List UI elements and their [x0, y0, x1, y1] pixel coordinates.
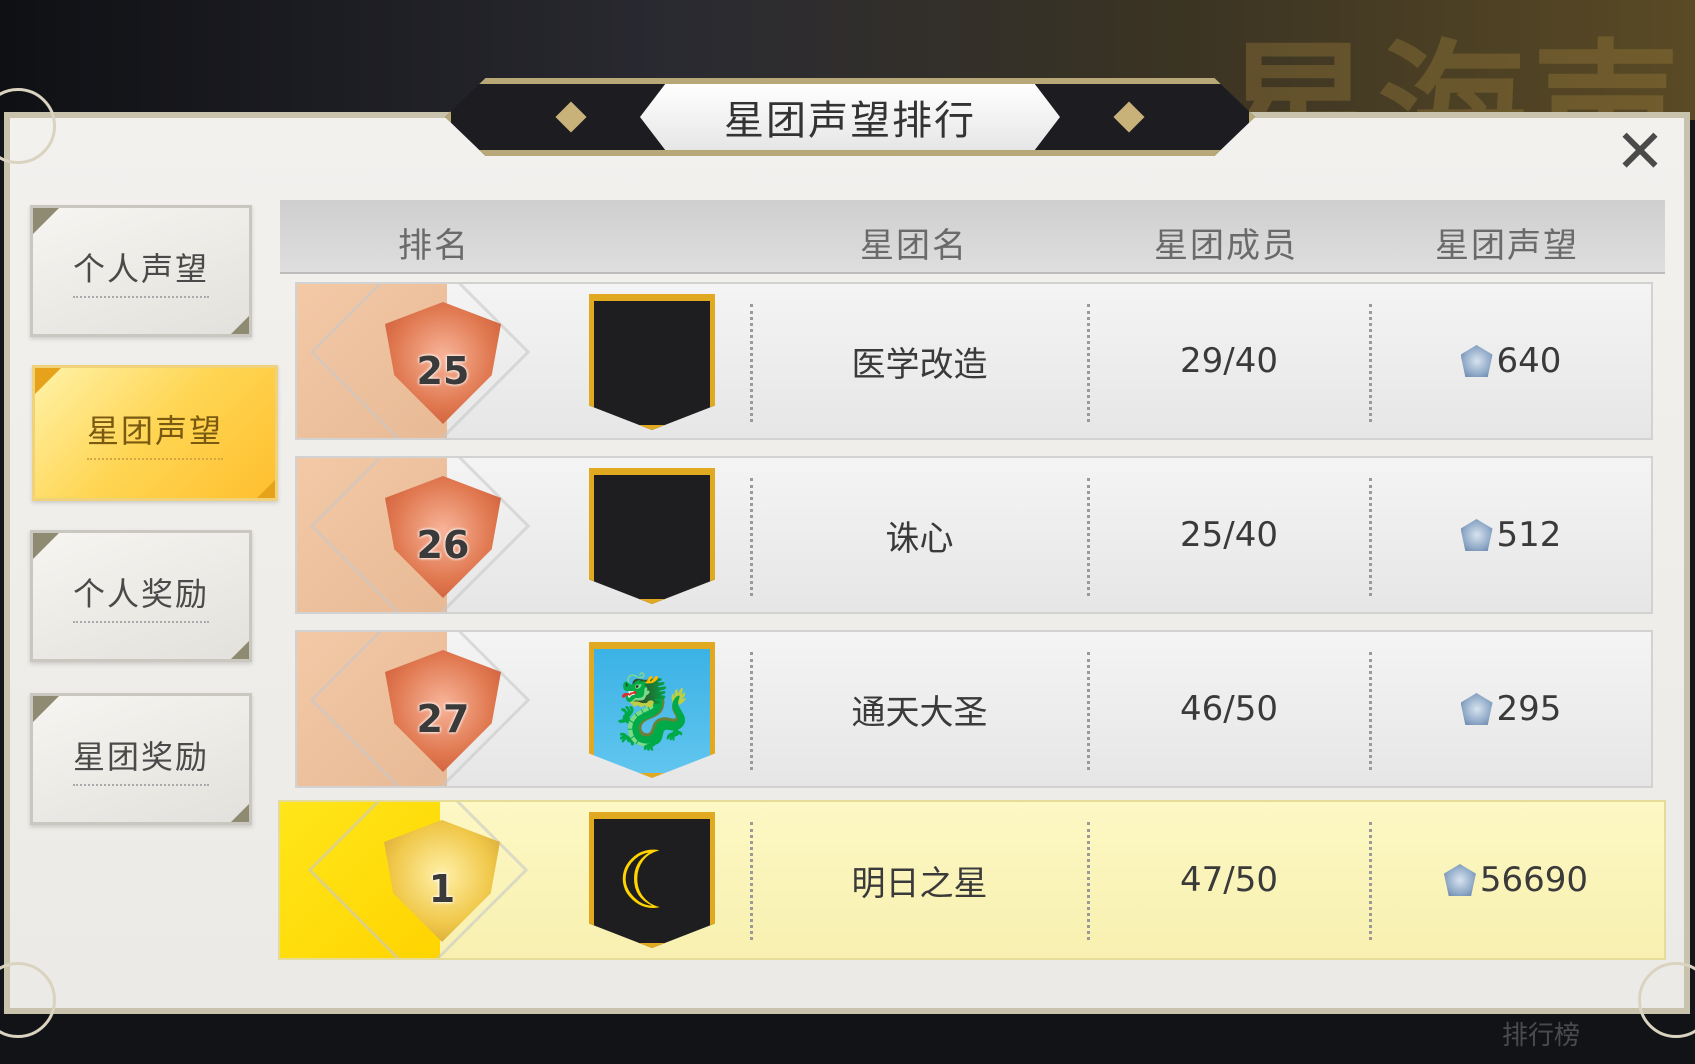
reputation-value: 56690	[1479, 860, 1589, 900]
my-cluster-row[interactable]: 1 ☾ 明日之星 47/50 56690	[278, 800, 1666, 960]
reputation-icon	[1460, 345, 1493, 377]
bottom-label: 排行榜	[1501, 1021, 1580, 1051]
cluster-reputation: 56690	[1371, 802, 1661, 958]
title-plate: 星团声望排行	[640, 84, 1060, 150]
cluster-reputation: 640	[1371, 284, 1651, 438]
cluster-name: 诛心	[885, 518, 954, 559]
rank-number: 1	[428, 867, 456, 911]
cluster-name: 医学改造	[851, 344, 988, 385]
tab-label: 个人声望	[72, 244, 209, 298]
rank-number: 26	[416, 523, 470, 567]
cluster-members: 46/50	[1180, 689, 1278, 729]
header-members: 星团成员	[1154, 226, 1298, 266]
cluster-members: 47/50	[1180, 860, 1278, 900]
table-row[interactable]: 25 医学改造 29/40 640	[295, 282, 1653, 440]
bottom-band	[0, 1014, 1695, 1064]
black-banner-icon	[589, 294, 715, 430]
header-rank: 排名	[398, 226, 470, 266]
tab-label: 个人奖励	[72, 569, 209, 623]
table-row[interactable]: 27 🐉 通天大圣 46/50 295	[295, 630, 1653, 788]
dragon-banner-icon: 🐉	[589, 642, 715, 778]
tab-cluster-reputation[interactable]: 星团声望	[32, 365, 278, 501]
table-header: 排名 星团名 星团成员 星团声望	[280, 200, 1665, 274]
moon-banner-icon: ☾	[589, 812, 715, 948]
reputation-value: 640	[1496, 341, 1562, 381]
table-row[interactable]: 26 诛心 25/40 512	[295, 456, 1653, 614]
reputation-icon	[1460, 519, 1493, 551]
tab-personal-reputation[interactable]: 个人声望	[30, 205, 252, 337]
tab-label: 星团声望	[86, 406, 223, 460]
close-button[interactable]: ✕	[1595, 112, 1685, 192]
tab-cluster-rewards[interactable]: 星团奖励	[30, 693, 252, 825]
cluster-name: 通天大圣	[851, 692, 988, 733]
close-icon: ✕	[1614, 117, 1666, 187]
tab-label: 星团奖励	[72, 732, 209, 786]
cluster-name: 明日之星	[851, 863, 988, 904]
page-title: 星团声望排行	[724, 98, 976, 144]
black-banner-icon	[589, 468, 715, 604]
reputation-icon	[1443, 864, 1476, 896]
reputation-value: 295	[1496, 689, 1562, 729]
tab-personal-rewards[interactable]: 个人奖励	[30, 530, 252, 662]
header-reputation: 星团声望	[1435, 226, 1579, 266]
cluster-reputation: 295	[1371, 632, 1651, 786]
rank-number: 25	[416, 349, 470, 393]
reputation-icon	[1460, 693, 1493, 725]
cluster-reputation: 512	[1371, 458, 1651, 612]
cluster-members: 29/40	[1180, 341, 1278, 381]
rank-number: 27	[416, 697, 470, 741]
cluster-members: 25/40	[1180, 515, 1278, 555]
reputation-value: 512	[1496, 515, 1562, 555]
header-name: 星团名	[860, 226, 968, 266]
